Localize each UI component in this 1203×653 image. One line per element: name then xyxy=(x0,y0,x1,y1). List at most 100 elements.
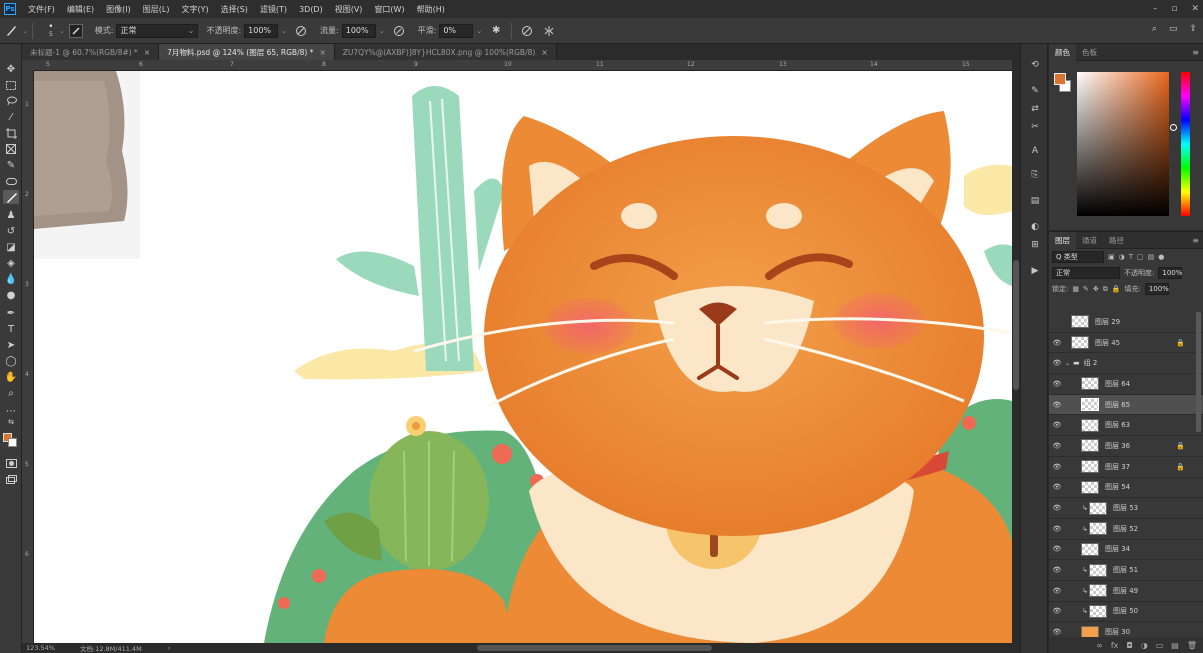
menu-file[interactable]: 文件(F) xyxy=(22,4,61,15)
visibility-toggle[interactable] xyxy=(1049,318,1065,326)
eye-icon[interactable]: 👁 xyxy=(1049,607,1065,615)
background-color-swatch[interactable] xyxy=(8,438,17,447)
tab-png-file[interactable]: ZU7QY%@(AXBF)]8Y}HCL80X.png @ 100%(RGB/8… xyxy=(334,44,557,60)
menu-window[interactable]: 窗口(W) xyxy=(368,4,410,15)
layer-row-selected[interactable]: 👁 图层 65 xyxy=(1049,394,1203,416)
close-icon[interactable]: × xyxy=(541,48,547,57)
menu-type[interactable]: 文字(Y) xyxy=(175,4,214,15)
eraser-tool-icon[interactable]: ◪ xyxy=(3,240,19,254)
scrollbar-thumb[interactable] xyxy=(1013,260,1019,390)
layer-row[interactable]: 图层 29 xyxy=(1049,312,1203,333)
color-cursor[interactable] xyxy=(1170,124,1177,131)
lock-all-icon[interactable]: 🔒 xyxy=(1112,285,1121,293)
menu-view[interactable]: 视图(V) xyxy=(329,4,369,15)
eye-icon[interactable]: 👁 xyxy=(1049,359,1065,367)
vertical-scrollbar[interactable] xyxy=(1012,60,1020,643)
panel-menu-icon[interactable]: ≡ xyxy=(1192,48,1199,57)
brush-tool-icon[interactable] xyxy=(3,190,19,204)
crop-tool-icon[interactable] xyxy=(3,126,19,140)
menu-layer[interactable]: 图层(L) xyxy=(137,4,176,15)
link-layers-icon[interactable]: ∞ xyxy=(1096,641,1103,650)
layer-row[interactable]: 👁 图层 64 xyxy=(1049,374,1203,395)
eye-icon[interactable]: 👁 xyxy=(1049,483,1065,491)
menu-image[interactable]: 图像(I) xyxy=(100,4,137,15)
healing-brush-tool-icon[interactable] xyxy=(3,174,19,188)
menu-select[interactable]: 选择(S) xyxy=(215,4,254,15)
quick-mask-icon[interactable] xyxy=(3,456,19,470)
pen-tool-icon[interactable]: ✒ xyxy=(3,306,19,320)
eye-icon[interactable]: 👁 xyxy=(1049,380,1065,388)
symmetry-icon[interactable] xyxy=(542,24,556,38)
layer-row[interactable]: 👁 ↳ 图层 49 xyxy=(1049,581,1203,602)
adjustments-icon[interactable]: ⇄ xyxy=(1027,102,1043,116)
menu-help[interactable]: 帮助(H) xyxy=(411,4,451,15)
tool-presets-icon[interactable]: ✂ xyxy=(1027,120,1043,134)
tab-july-materials[interactable]: 7月物料.psd @ 124% (图层 65, RGB/8) * × xyxy=(159,44,335,60)
brush-settings-icon[interactable]: ✎ xyxy=(1027,84,1043,98)
close-icon[interactable]: × xyxy=(319,48,325,57)
character-panel-icon[interactable]: A xyxy=(1027,144,1043,158)
brush-settings-panel-icon[interactable] xyxy=(68,23,83,38)
tab-color[interactable]: 颜色 xyxy=(1049,43,1076,61)
workspace-icon[interactable]: ▭ xyxy=(1169,24,1178,34)
navigator-icon[interactable]: ◐ xyxy=(1027,220,1043,234)
minimize-button[interactable]: – xyxy=(1153,4,1158,14)
pressure-opacity-icon[interactable] xyxy=(294,24,308,38)
vertical-ruler[interactable]: 1 2 3 4 5 6 xyxy=(22,71,34,643)
filter-shape-icon[interactable]: ▢ xyxy=(1137,253,1144,261)
marquee-tool-icon[interactable] xyxy=(3,78,19,92)
hue-slider[interactable] xyxy=(1181,72,1190,216)
layer-row[interactable]: 👁 ↳ 图层 53 xyxy=(1049,498,1203,519)
chevron-down-icon[interactable]: ⌄ xyxy=(1065,360,1073,367)
zoom-level[interactable]: 123.54% xyxy=(26,644,74,652)
layer-row[interactable]: 👁 图层 63 xyxy=(1049,415,1203,437)
blur-tool-icon[interactable]: 💧 xyxy=(3,272,19,286)
screen-mode-icon[interactable] xyxy=(3,472,19,486)
flow-input[interactable]: 100% xyxy=(341,23,376,38)
hand-tool-icon[interactable]: ✋ xyxy=(3,370,19,384)
path-selection-tool-icon[interactable]: ➤ xyxy=(3,338,19,352)
share-icon[interactable]: ⇪ xyxy=(1189,24,1197,34)
tab-swatches[interactable]: 色板 xyxy=(1076,44,1103,61)
eye-icon[interactable]: 👁 xyxy=(1049,628,1065,636)
history-panel-icon[interactable]: ⟲ xyxy=(1027,58,1043,72)
layer-row[interactable]: 👁 图层 36 🔒 xyxy=(1049,436,1203,457)
properties-icon[interactable]: ▤ xyxy=(1027,194,1043,208)
horizontal-scrollbar-thumb[interactable] xyxy=(477,645,712,651)
frame-tool-icon[interactable] xyxy=(3,142,19,156)
eye-icon[interactable]: 👁 xyxy=(1049,504,1065,512)
move-tool-icon[interactable]: ✥ xyxy=(3,62,19,76)
menu-edit[interactable]: 编辑(E) xyxy=(61,4,100,15)
restore-button[interactable]: ▫ xyxy=(1171,4,1177,14)
horizontal-ruler[interactable]: 5 6 7 8 9 10 11 12 13 14 15 xyxy=(34,60,1012,71)
clone-source-icon[interactable]: ⎘ xyxy=(1027,168,1043,182)
layer-style-icon[interactable]: fx xyxy=(1111,641,1119,650)
lock-pixels-icon[interactable]: ✎ xyxy=(1083,285,1089,293)
tab-paths[interactable]: 路径 xyxy=(1103,232,1130,249)
brush-size-picker[interactable]: • 5 xyxy=(43,22,59,38)
eye-icon[interactable]: 👁 xyxy=(1049,401,1065,409)
history-brush-tool-icon[interactable]: ↺ xyxy=(3,224,19,238)
eye-icon[interactable]: 👁 xyxy=(1049,463,1065,471)
filter-pixel-icon[interactable]: ▣ xyxy=(1108,253,1115,261)
opacity-input[interactable]: 100% xyxy=(244,23,279,38)
layer-row[interactable]: 👁 图层 37 🔒 xyxy=(1049,457,1203,478)
eye-icon[interactable]: 👁 xyxy=(1049,587,1065,595)
layer-row[interactable]: 👁 ↳ 图层 52 xyxy=(1049,519,1203,540)
filter-type-icon[interactable]: T xyxy=(1129,253,1133,261)
layer-filter-select[interactable]: Q 类型 xyxy=(1052,251,1104,263)
close-icon[interactable]: × xyxy=(144,48,150,57)
foreground-color-chip[interactable] xyxy=(1054,73,1066,85)
layer-row[interactable]: 👁 ↳ 图层 50 xyxy=(1049,602,1203,623)
blend-mode-select[interactable]: 正常 xyxy=(1052,267,1120,279)
menu-filter[interactable]: 滤镜(T) xyxy=(254,4,293,15)
lasso-tool-icon[interactable] xyxy=(3,94,19,108)
shape-tool-icon[interactable]: ◯ xyxy=(3,354,19,368)
tab-layers[interactable]: 图层 xyxy=(1049,231,1076,249)
menu-3d[interactable]: 3D(D) xyxy=(293,5,329,14)
status-arrow[interactable]: › xyxy=(168,644,171,652)
tab-untitled-1[interactable]: 未标题-1 @ 60.7%(RGB/8#) * × xyxy=(22,44,160,60)
eye-icon[interactable]: 👁 xyxy=(1049,545,1065,553)
zoom-tool-icon[interactable]: ⌕ xyxy=(3,386,19,400)
filter-toggle-icon[interactable]: ● xyxy=(1158,253,1164,261)
